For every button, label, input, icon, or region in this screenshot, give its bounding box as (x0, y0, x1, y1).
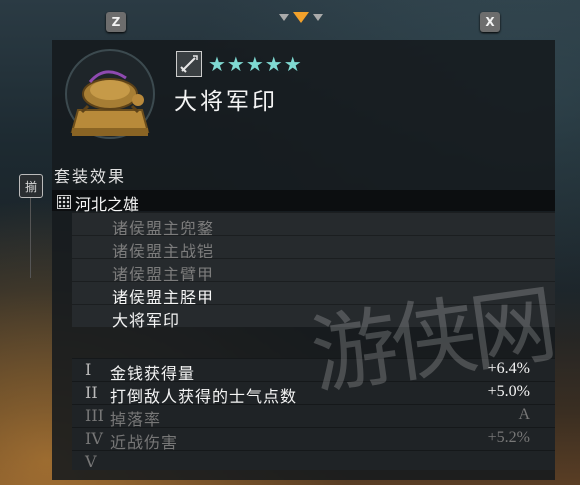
set-name-row[interactable]: 河北之雄 (52, 190, 555, 214)
bonus-numeral: V (85, 452, 97, 471)
item-name: 大将军印 (174, 89, 278, 115)
tab-dot-active[interactable] (293, 12, 309, 23)
turtle-seal-icon (65, 49, 155, 139)
bonus-row[interactable]: III 掉落率 A (72, 404, 555, 429)
set-grid-icon (57, 195, 71, 209)
x-key-hint[interactable]: X (480, 12, 500, 32)
set-piece-row[interactable]: 诸侯盟主兜鍪 (72, 212, 555, 238)
bonus-value: A (518, 406, 530, 423)
bonus-row[interactable]: IV 近战伤害 +5.2% (72, 427, 555, 452)
set-effect-label: 套装效果 (54, 167, 127, 186)
bonus-row[interactable]: V (72, 450, 555, 473)
set-badge-icon: 揃 (19, 174, 43, 198)
bonus-numeral: IV (85, 429, 103, 448)
bonus-value: +5.2% (487, 429, 530, 446)
bonus-numeral: I (85, 360, 92, 379)
item-header: ★★★★★ 大将军印 (52, 40, 555, 140)
rarity-stars: ★★★★★ (208, 52, 303, 76)
tab-indicator[interactable] (279, 12, 323, 23)
set-piece-row[interactable]: 诸侯盟主战铠 (72, 235, 555, 261)
bonus-numeral: III (85, 406, 104, 425)
tab-dot-left[interactable] (279, 14, 289, 21)
bonus-numeral: II (85, 383, 98, 402)
set-piece-label: 大将军印 (112, 311, 181, 330)
divider (30, 198, 31, 278)
tab-dot-right[interactable] (313, 14, 323, 21)
z-key-hint[interactable]: Z (106, 12, 126, 32)
sword-icon (176, 51, 202, 77)
